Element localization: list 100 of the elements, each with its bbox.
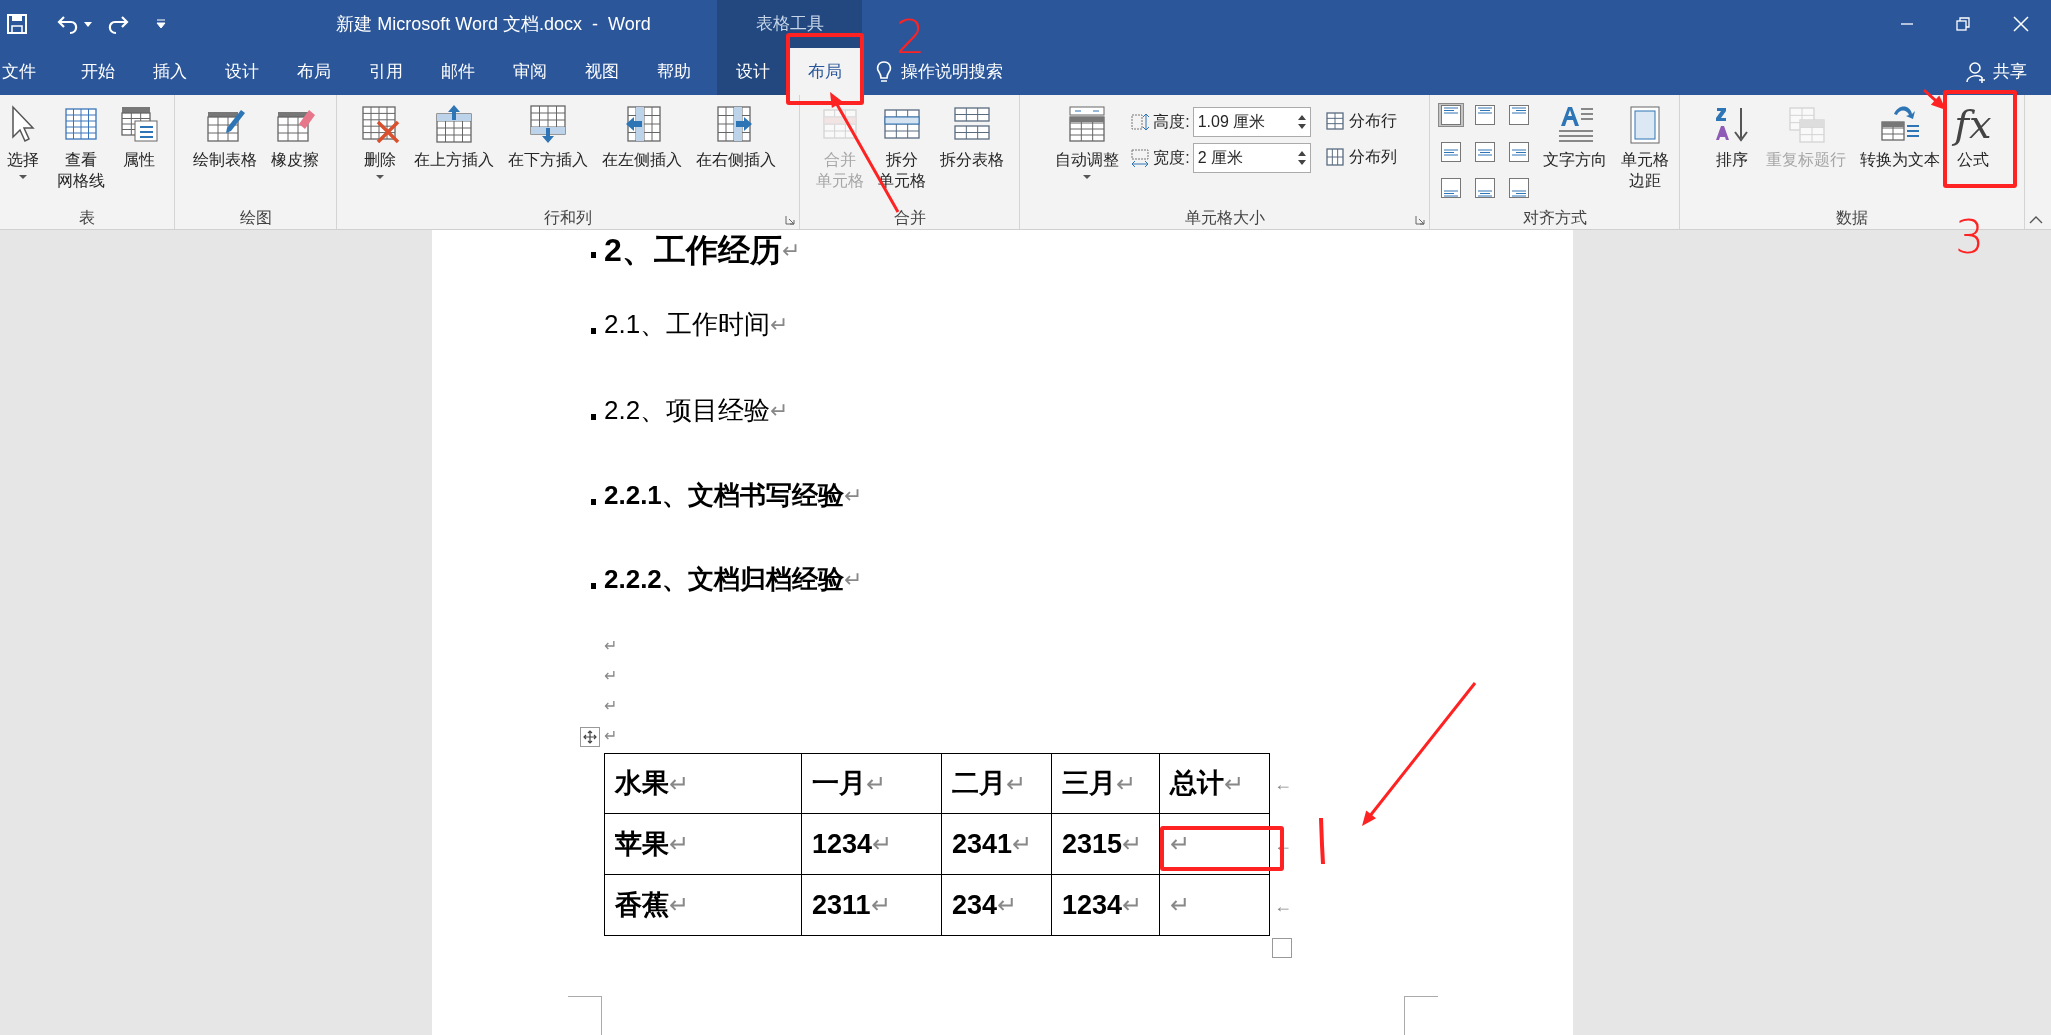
ribbon-tab[interactable]: 布局 bbox=[278, 48, 350, 95]
annotation-number: 3 bbox=[1955, 212, 1985, 262]
ribbon-tab[interactable]: 帮助 bbox=[638, 48, 710, 95]
insert-row-above-icon bbox=[434, 104, 474, 144]
spin-field[interactable]: 1.09 厘米 bbox=[1192, 107, 1311, 137]
ribbon-tab[interactable]: 邮件 bbox=[422, 48, 494, 95]
ribbon-tab[interactable]: 视图 bbox=[566, 48, 638, 95]
table-move-handle[interactable] bbox=[580, 727, 600, 747]
format-mark bbox=[591, 499, 596, 506]
table-cell[interactable]: 1234↵ bbox=[802, 814, 942, 875]
table-cell[interactable]: ↵ bbox=[1160, 814, 1270, 875]
person-icon bbox=[1965, 60, 1987, 83]
ribbon-button[interactable]: 橡皮擦 bbox=[267, 95, 322, 207]
lightbulb-icon bbox=[875, 59, 893, 84]
paragraph-mark: ↵ bbox=[843, 565, 862, 594]
ribbon-button[interactable]: 绘制表格 bbox=[189, 95, 260, 207]
ribbon-tab[interactable]: 引用 bbox=[350, 48, 422, 95]
table-cell[interactable]: 二月↵ bbox=[942, 753, 1052, 814]
annotation-number: 2 bbox=[896, 14, 926, 60]
heading: 2.2.2、文档归档经验 bbox=[604, 562, 844, 596]
spin-arrows-icon bbox=[1297, 114, 1306, 130]
table-cell[interactable]: 1234↵ bbox=[1052, 875, 1160, 936]
ribbon-button[interactable]: 在右侧插入 bbox=[693, 95, 779, 207]
ribbon-button[interactable]: 分布列 bbox=[1324, 145, 1397, 169]
ribbon-button[interactable]: fx 公式 bbox=[1951, 95, 1995, 207]
ribbon-button[interactable]: 选择 bbox=[0, 95, 46, 207]
ribbon-button[interactable]: 自动调整 bbox=[1052, 95, 1123, 207]
ribbon-tab[interactable]: 开始 bbox=[62, 48, 134, 95]
move-icon bbox=[583, 730, 597, 744]
ribbon-tab[interactable]: 文件 bbox=[0, 48, 62, 95]
heading: 2.2、项目经验 bbox=[604, 393, 771, 427]
ribbon-button[interactable]: 分布行 bbox=[1324, 109, 1397, 133]
group-label: 对齐方式 bbox=[1522, 208, 1587, 228]
align-icon bbox=[1508, 141, 1529, 162]
align-icon bbox=[1474, 178, 1495, 199]
ribbon-tab[interactable]: 插入 bbox=[134, 48, 206, 95]
caret-icon bbox=[375, 174, 385, 180]
table-cell[interactable]: 一月↵ bbox=[802, 753, 942, 814]
spin-field[interactable]: 2 厘米 bbox=[1192, 143, 1311, 173]
group-label: 行和列 bbox=[544, 208, 592, 228]
save-icon bbox=[6, 13, 28, 35]
paragraph-mark: ↵ bbox=[604, 726, 617, 746]
table-cell[interactable]: ↵ bbox=[1160, 875, 1270, 936]
ribbon-button[interactable]: 单元格 边距 bbox=[1617, 95, 1672, 207]
ribbon-button[interactable]: 在上方插入 bbox=[411, 95, 497, 207]
table-cell[interactable]: 2315↵ bbox=[1052, 814, 1160, 875]
table-resize-handle[interactable] bbox=[1272, 938, 1292, 958]
table-cell[interactable]: 总计↵ bbox=[1160, 753, 1270, 814]
restore-icon bbox=[1956, 17, 1970, 31]
ribbon-tab[interactable]: 设计 bbox=[206, 48, 278, 95]
align-icon bbox=[1474, 105, 1495, 125]
ribbon-button[interactable]: 删除 bbox=[357, 95, 403, 207]
dialog-launcher[interactable] bbox=[785, 215, 795, 225]
group-label: 表 bbox=[79, 208, 95, 228]
ribbon-button[interactable]: 在左侧插入 bbox=[599, 95, 685, 207]
ribbon-button[interactable]: 属性 bbox=[116, 95, 162, 207]
format-mark bbox=[591, 252, 596, 258]
table-cell[interactable]: 水果↵ bbox=[604, 753, 802, 814]
ribbon-tab[interactable]: 审阅 bbox=[494, 48, 566, 95]
ribbon-tab[interactable]: 设计 bbox=[717, 48, 789, 95]
table-properties-icon bbox=[119, 104, 159, 144]
caret-icon bbox=[18, 174, 28, 180]
ribbon-tab[interactable]: 布局 bbox=[789, 48, 861, 95]
convert-to-text-icon bbox=[1880, 104, 1921, 144]
paragraph-mark: ↵ bbox=[604, 666, 617, 686]
distribute-rows-icon bbox=[1324, 111, 1345, 131]
row-end-mark: ← bbox=[1274, 773, 1292, 796]
ribbon-button[interactable]: 查看 网格线 bbox=[54, 95, 108, 207]
format-mark bbox=[591, 414, 596, 421]
field-label: 宽度: bbox=[1153, 148, 1190, 168]
window-title: 新建 Microsoft Word 文档.docx - Word bbox=[336, 12, 651, 36]
crop-mark bbox=[1404, 996, 1438, 1035]
ribbon-button[interactable]: 排序 bbox=[1709, 95, 1756, 207]
format-mark bbox=[591, 583, 596, 590]
insert-row-below-icon bbox=[528, 104, 568, 144]
table-cell[interactable]: 2311↵ bbox=[802, 875, 942, 936]
heading: 2、工作经历 bbox=[604, 231, 782, 270]
table-cell[interactable]: 苹果↵ bbox=[604, 814, 802, 875]
paragraph-mark: ↵ bbox=[843, 481, 862, 510]
align-icon bbox=[1508, 105, 1529, 125]
dialog-launcher[interactable] bbox=[1415, 215, 1425, 225]
distribute-columns-icon bbox=[1324, 147, 1345, 167]
group-label: 数据 bbox=[1836, 208, 1868, 228]
context-tab-label: 表格工具 bbox=[755, 13, 824, 36]
align-button[interactable] bbox=[1437, 103, 1464, 127]
undo-icon bbox=[56, 13, 80, 35]
annotation-mark bbox=[1319, 817, 1325, 865]
ribbon-button[interactable]: 文字方向 bbox=[1539, 95, 1610, 207]
table-cell[interactable]: 香蕉↵ bbox=[604, 875, 802, 936]
collapse-ribbon-button[interactable] bbox=[2029, 215, 2043, 225]
table-cell[interactable]: 2341↵ bbox=[942, 814, 1052, 875]
table-cell[interactable]: 234↵ bbox=[942, 875, 1052, 936]
column-width-icon bbox=[1130, 148, 1151, 168]
ribbon-button[interactable]: 在下方插入 bbox=[505, 95, 591, 207]
table-cell[interactable]: 三月↵ bbox=[1052, 753, 1160, 814]
paragraph-mark: ↵ bbox=[604, 696, 617, 716]
spin-arrows-icon bbox=[1297, 150, 1306, 166]
share-button[interactable]: 共享 bbox=[1965, 48, 2051, 95]
ribbon-button[interactable]: 拆分表格 bbox=[936, 95, 1007, 207]
paragraph-mark: ↵ bbox=[770, 310, 789, 339]
